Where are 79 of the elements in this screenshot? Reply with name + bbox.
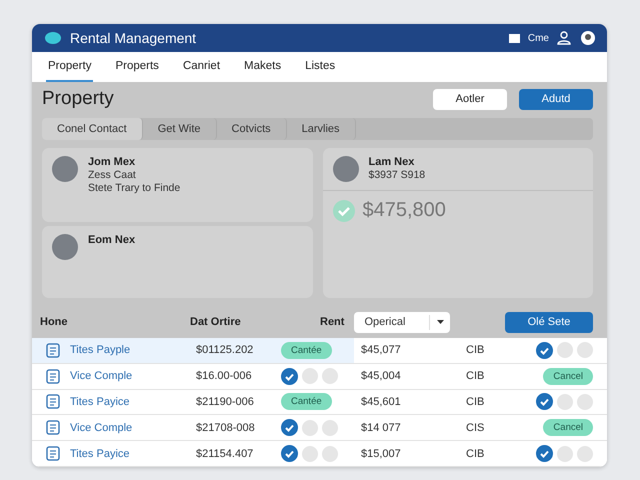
table-cell-text: $45,004 (361, 370, 402, 382)
page-title: Property (42, 88, 115, 110)
nav-tab[interactable]: Listes (303, 52, 338, 82)
checkbox[interactable] (281, 419, 298, 436)
secondary-button[interactable]: Aotler (433, 88, 507, 110)
table-row[interactable]: Tites Payice $21154.407 $15,007 CIB (32, 441, 607, 467)
filter-select[interactable]: Operical (354, 312, 450, 332)
table-row[interactable]: Tites Payice $21190-006 Cantée $45,601 CIB (32, 390, 607, 416)
avatar-placeholder (52, 234, 78, 260)
avatar-placeholder (332, 156, 358, 182)
nav-tab[interactable]: Properts (113, 52, 161, 82)
checkbox[interactable] (536, 393, 553, 410)
chip-icon[interactable] (577, 446, 593, 462)
chip-icon[interactable] (577, 342, 593, 358)
chip-icon[interactable] (322, 368, 338, 384)
status-pill: Cancel (543, 368, 593, 385)
user-icon[interactable] (557, 31, 573, 45)
row-name: Tites Payple (70, 344, 130, 356)
column-header: Rent (320, 316, 344, 328)
checkbox[interactable] (536, 445, 553, 462)
logo-icon (44, 31, 62, 45)
table-cell-text: $14 077 (361, 422, 402, 434)
chip-icon[interactable] (322, 420, 338, 436)
column-header: Dat Ortire (190, 316, 242, 328)
contact-detail: Zess Caat (88, 169, 137, 181)
row-name: Tites Payice (70, 448, 130, 460)
app-title: Rental Management (70, 30, 198, 46)
status-pill: Cancel (543, 419, 593, 436)
sub-tab[interactable]: Conel Contact (42, 118, 143, 140)
user-label: Cme (528, 32, 549, 44)
contact-detail: Stete Trary to Finde (88, 182, 180, 194)
table-cell-text: CIB (466, 370, 486, 382)
table-row[interactable]: Tites Payple $01125.202 Cantée $45,077 CIB (32, 338, 607, 364)
amount: $475,800 (362, 199, 446, 222)
square-icon[interactable] (508, 34, 520, 42)
table-cell-text: $15,007 (361, 448, 402, 460)
table-cell-text: $16.00-006 (196, 370, 253, 382)
table-cell-text: $21154.407 (196, 448, 254, 460)
checkbox[interactable] (536, 342, 553, 359)
table-cell-text: $21190-006 (196, 396, 255, 408)
table-cell-text: CIB (466, 448, 486, 460)
nav-tab[interactable]: Canriet (180, 52, 222, 82)
sub-tab[interactable]: Get Wite (142, 118, 217, 140)
table-row[interactable]: Vice Comple $21708-008 $14 077 CIS Cancel (32, 415, 607, 442)
checkbox[interactable] (281, 368, 298, 385)
document-icon (46, 446, 60, 462)
avatar-placeholder (52, 156, 78, 182)
contact-name: Jom Mex (88, 156, 136, 168)
sub-tab[interactable]: Cotvicts (216, 118, 287, 140)
document-icon (46, 342, 60, 358)
caret-icon (436, 320, 444, 324)
document-icon (46, 394, 60, 410)
document-icon (46, 420, 60, 436)
status-pill: Cantée (281, 393, 332, 410)
status-pill: Cantée (281, 342, 332, 359)
column-header: Hone (40, 316, 68, 328)
sub-tab[interactable]: Larvlies (286, 118, 356, 140)
table-cell-text: $45,601 (361, 396, 402, 408)
checkbox[interactable] (281, 445, 298, 462)
contact-detail: $3937 S918 (368, 169, 426, 181)
table-row[interactable]: Vice Comple $16.00-006 $45,004 CIB Cancel (32, 364, 607, 390)
row-name: Vice Comple (70, 370, 132, 382)
table-cell-text: CIB (466, 396, 486, 408)
table-cell-text: $21708-008 (196, 422, 256, 434)
table-cell-text: $01125.202 (196, 344, 254, 356)
document-icon (46, 368, 60, 384)
row-name: Tites Payice (70, 396, 130, 408)
table-cell-text: CIB (466, 344, 486, 356)
row-name: Vice Comple (70, 422, 132, 434)
primary-button[interactable]: Olé Sete (505, 312, 593, 332)
chip-icon[interactable] (322, 446, 338, 462)
nav-tab[interactable]: Makets (242, 52, 284, 82)
contact-name: Eom Nex (88, 234, 136, 246)
contact-name: Lam Nex (368, 156, 416, 168)
avatar-icon[interactable] (581, 31, 595, 45)
table-cell-text: CIS (466, 422, 486, 434)
table-cell-text: $45,077 (361, 344, 402, 356)
primary-button[interactable]: Adutd (519, 88, 593, 110)
chip-icon[interactable] (577, 394, 593, 410)
